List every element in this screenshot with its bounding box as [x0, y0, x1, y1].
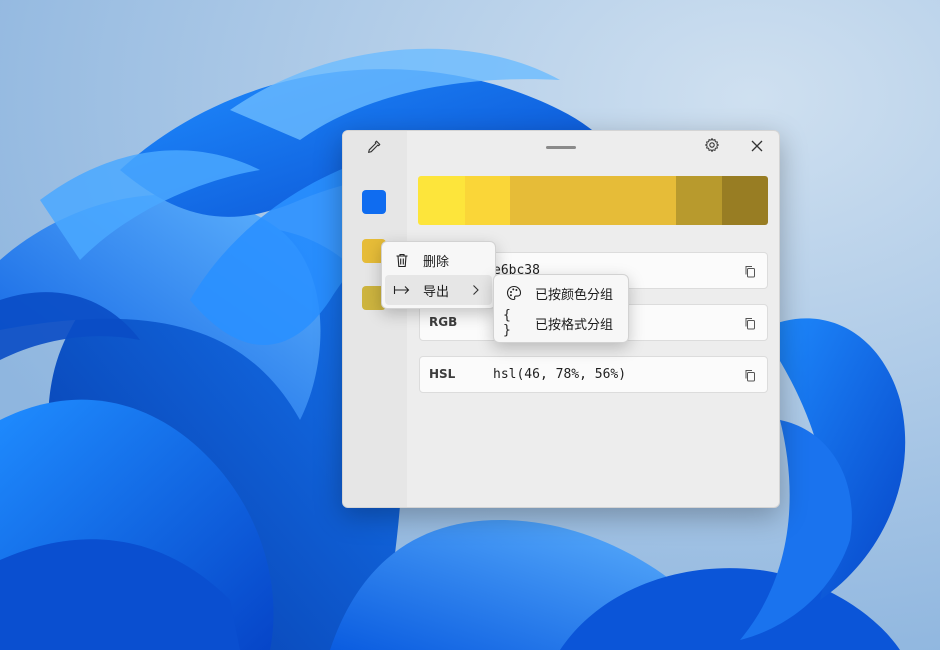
- export-submenu: 已按颜色分组 { } 已按格式分组: [493, 274, 629, 343]
- history-sidebar: [343, 131, 407, 507]
- menu-item-delete[interactable]: 删除: [385, 245, 492, 275]
- eyedropper-icon[interactable]: [360, 133, 388, 161]
- palette-shade[interactable]: [722, 176, 768, 225]
- close-icon[interactable]: [743, 132, 771, 160]
- menu-item-label: 删除: [423, 254, 450, 270]
- palette-shade[interactable]: [510, 176, 593, 225]
- hsl-value-row: HSL hsl(46, 78%, 56%): [419, 356, 768, 393]
- export-icon: [391, 281, 413, 299]
- drag-handle[interactable]: [546, 146, 576, 149]
- copy-icon[interactable]: [742, 315, 758, 331]
- menu-item-label: 导出: [423, 284, 450, 300]
- copy-icon[interactable]: [742, 367, 758, 383]
- hsl-label: HSL: [429, 367, 456, 381]
- history-context-menu: 删除 导出: [381, 241, 496, 309]
- braces-icon: { }: [503, 308, 511, 338]
- shade-palette: [418, 176, 768, 225]
- menu-item-export[interactable]: 导出: [385, 275, 492, 305]
- gear-icon[interactable]: [698, 131, 726, 159]
- rgb-label: RGB: [429, 315, 458, 329]
- copy-icon[interactable]: [742, 263, 758, 279]
- palette-shade[interactable]: [676, 176, 722, 225]
- menu-item-group-by-format[interactable]: { } 已按格式分组: [497, 308, 625, 338]
- history-swatch[interactable]: [362, 190, 386, 214]
- palette-shade[interactable]: [593, 176, 676, 225]
- trash-icon: [391, 251, 413, 269]
- menu-item-label: 已按颜色分组: [535, 287, 614, 303]
- chevron-right-icon: [469, 282, 483, 298]
- palette-shade[interactable]: [418, 176, 465, 225]
- palette-icon: [503, 284, 525, 302]
- menu-item-label: 已按格式分组: [535, 317, 614, 333]
- hsl-value[interactable]: hsl(46, 78%, 56%): [493, 367, 626, 382]
- palette-shade[interactable]: [465, 176, 510, 225]
- menu-item-group-by-color[interactable]: 已按颜色分组: [497, 278, 625, 308]
